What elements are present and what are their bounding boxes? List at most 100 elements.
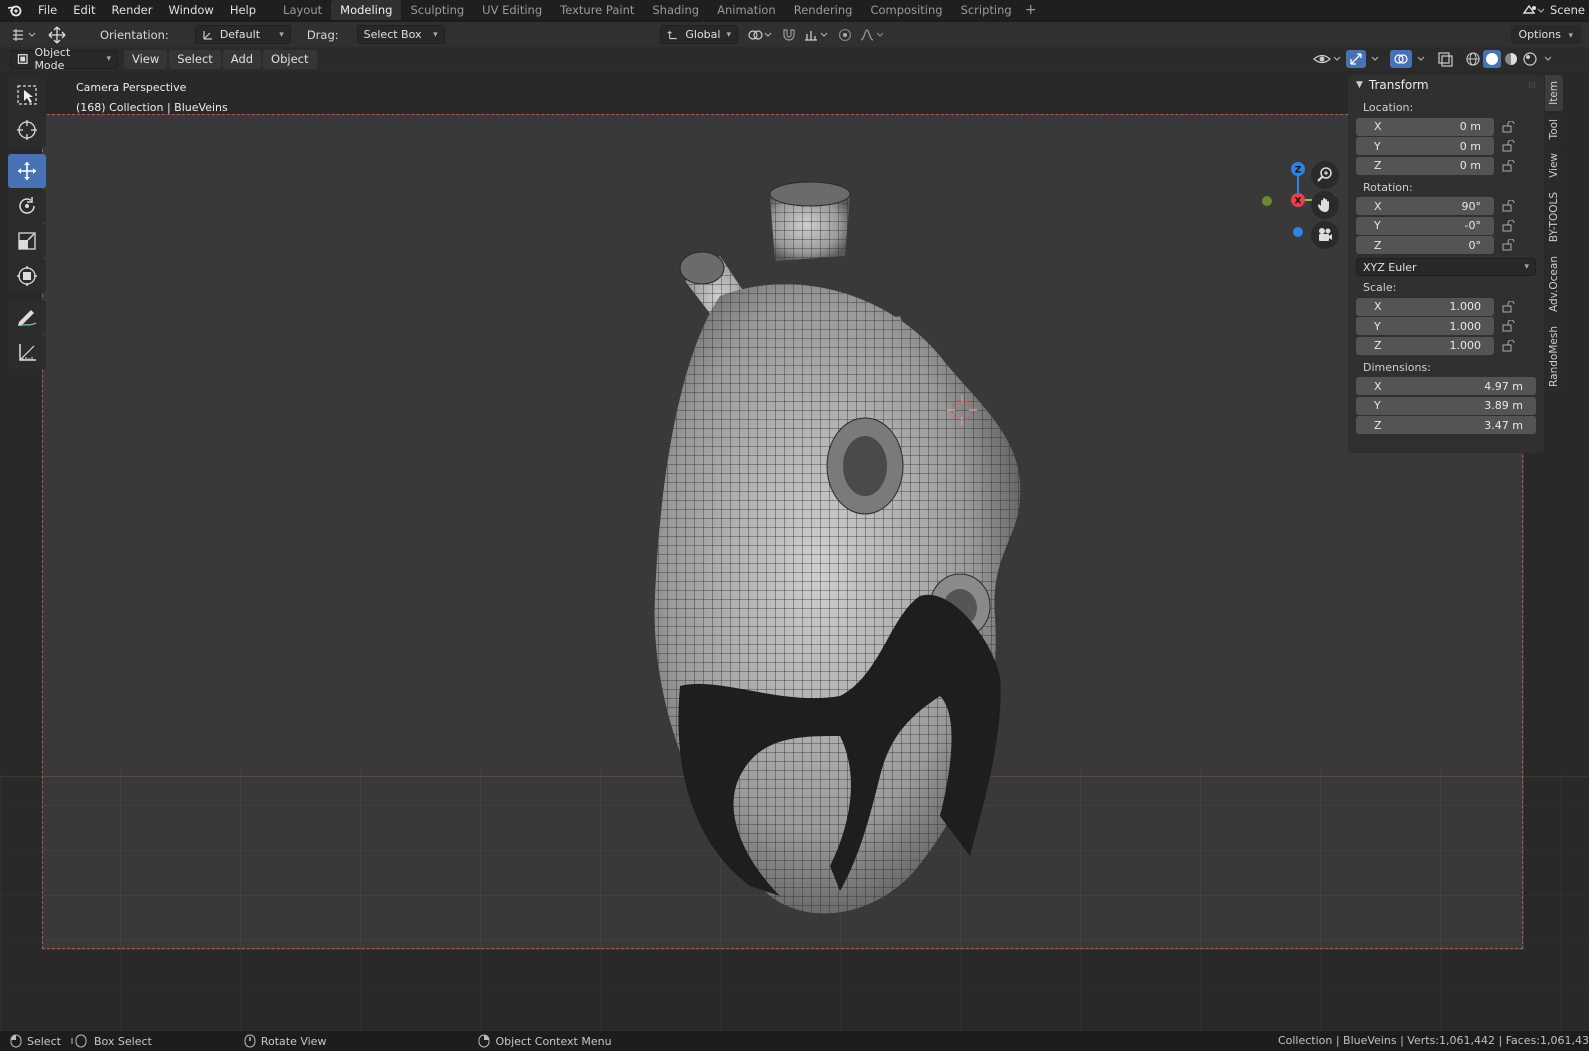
chevron-down-icon[interactable] [1416,50,1426,68]
zoom-view-button[interactable] [1311,161,1339,189]
dimensions-z-field[interactable]: Z 3.47 m [1356,416,1536,435]
tab-rendering[interactable]: Rendering [785,0,862,20]
transform-panel-header[interactable]: ▼ Transform ⁝⁝⁝ [1348,75,1544,95]
options-label: Options [1518,28,1561,41]
heart-model[interactable] [640,176,1040,921]
left-toolbar [8,78,48,370]
chevron-down-icon[interactable] [1370,50,1380,68]
dimensions-x-value: 4.97 m [1484,379,1523,393]
solid-shading-button[interactable] [1483,50,1501,68]
dimensions-y-field[interactable]: Y 3.89 m [1356,396,1536,415]
tab-layout[interactable]: Layout [274,0,331,20]
tab-item[interactable]: Item [1545,75,1563,111]
scale-tool[interactable] [8,224,46,258]
viewport-header-right-controls [1312,50,1553,68]
tab-compositing[interactable]: Compositing [861,0,951,20]
tab-shading[interactable]: Shading [643,0,708,20]
rotation-z-field[interactable]: Z 0° [1356,236,1494,255]
overlays-toggle[interactable] [1390,50,1412,68]
material-preview-icon[interactable] [1502,50,1520,68]
add-workspace-icon[interactable]: + [1021,0,1041,20]
menu-view[interactable]: View [124,49,168,69]
visibility-eye-icon[interactable] [1312,50,1342,68]
camera-view-button[interactable] [1311,221,1339,249]
pivot-point-button[interactable] [745,25,775,44]
menu-select[interactable]: Select [169,49,221,69]
tab-view[interactable]: View [1545,147,1563,185]
proportional-edit-toggle[interactable] [836,25,854,44]
location-y-field[interactable]: Y 0 m [1356,137,1494,156]
pan-view-button[interactable] [1311,191,1339,219]
tab-scripting[interactable]: Scripting [952,0,1021,20]
lock-icon[interactable] [1494,219,1524,232]
measure-tool[interactable] [8,335,46,369]
wireframe-shading-icon[interactable] [1464,50,1482,68]
drag-dropdown[interactable]: Select Box ▾ [356,25,445,44]
lock-icon[interactable] [1494,120,1524,133]
tab-uv-editing[interactable]: UV Editing [473,0,551,20]
menu-render[interactable]: Render [104,0,161,20]
transform-tool[interactable] [8,259,46,293]
select-box-icon [17,85,37,105]
rotate-tool[interactable] [8,189,46,223]
lock-icon[interactable] [1494,339,1524,352]
orientation-dropdown[interactable]: Default ▾ [194,25,291,44]
select-box-tool[interactable] [8,78,46,112]
tab-sculpting[interactable]: Sculpting [401,0,473,20]
annotate-tool[interactable] [8,300,46,334]
cursor-tool[interactable] [8,113,46,147]
rotation-x-field[interactable]: X 90° [1356,197,1494,216]
tab-adv-ocean[interactable]: Adv.Ocean [1545,250,1563,319]
menu-window[interactable]: Window [160,0,221,20]
snap-target-button[interactable] [802,25,830,44]
location-z-field[interactable]: Z 0 m [1356,156,1494,175]
menu-object[interactable]: Object [263,49,317,69]
tab-tool[interactable]: Tool [1545,112,1563,146]
zoom-icon [1317,167,1332,182]
lock-icon[interactable] [1494,320,1524,332]
falloff-dropdown[interactable] [858,25,886,44]
tab-modeling[interactable]: Modeling [331,0,402,20]
menu-add[interactable]: Add [222,49,262,69]
sidebar-tabs: Item Tool View BY-TOOLS Adv.Ocean RandoM… [1545,75,1565,395]
scene-selector[interactable]: Scene [1522,0,1589,20]
blender-logo-icon[interactable] [0,0,30,20]
drag-handle-icon[interactable]: ⁝⁝⁝ [1528,81,1536,90]
lock-icon[interactable] [1494,140,1524,152]
snap-toggle[interactable] [778,25,800,44]
tab-by-tools[interactable]: BY-TOOLS [1545,186,1563,249]
dimensions-x-field[interactable]: X 4.97 m [1356,377,1536,396]
rotation-mode-dropdown[interactable]: XYZ Euler ▾ [1356,258,1536,276]
rendered-shading-icon[interactable] [1521,50,1539,68]
gizmo-toggle[interactable] [1346,50,1366,68]
gizmo-neg-y-axis[interactable] [1262,196,1272,206]
scale-z-field[interactable]: Z 1.000 [1356,336,1494,355]
move-tool[interactable] [8,154,46,188]
xray-toggle-icon[interactable] [1436,50,1456,68]
menu-help[interactable]: Help [222,0,264,20]
tab-randomesh[interactable]: RandoMesh [1545,320,1563,394]
mode-dropdown[interactable]: Object Mode ▾ [10,46,118,72]
location-x-field[interactable]: X 0 m [1356,117,1494,136]
menu-file[interactable]: File [30,0,65,20]
lock-icon[interactable] [1494,200,1524,212]
move-tool-header-icon[interactable] [42,25,72,44]
lock-icon[interactable] [1494,239,1524,251]
editor-type-button[interactable] [6,25,42,44]
scale-y-field[interactable]: Y 1.000 [1356,317,1494,336]
3d-cursor-icon[interactable] [945,393,979,427]
transform-orientation-dropdown[interactable]: Global ▾ [660,25,738,44]
tab-texture-paint[interactable]: Texture Paint [551,0,643,20]
scale-x-field[interactable]: X 1.000 [1356,297,1494,316]
orientation-value: Default [219,28,261,41]
tab-animation[interactable]: Animation [708,0,785,20]
gizmo-neg-z-axis[interactable] [1293,227,1303,237]
lock-icon[interactable] [1494,300,1524,313]
mouse-drag-icon [71,1034,87,1048]
options-dropdown[interactable]: Options ▾ [1510,25,1581,44]
chevron-down-icon[interactable] [1543,50,1553,68]
scale-x-value: 1.000 [1449,300,1482,314]
lock-icon[interactable] [1494,159,1524,172]
menu-edit[interactable]: Edit [65,0,103,20]
rotation-y-field[interactable]: Y -0° [1356,216,1494,235]
